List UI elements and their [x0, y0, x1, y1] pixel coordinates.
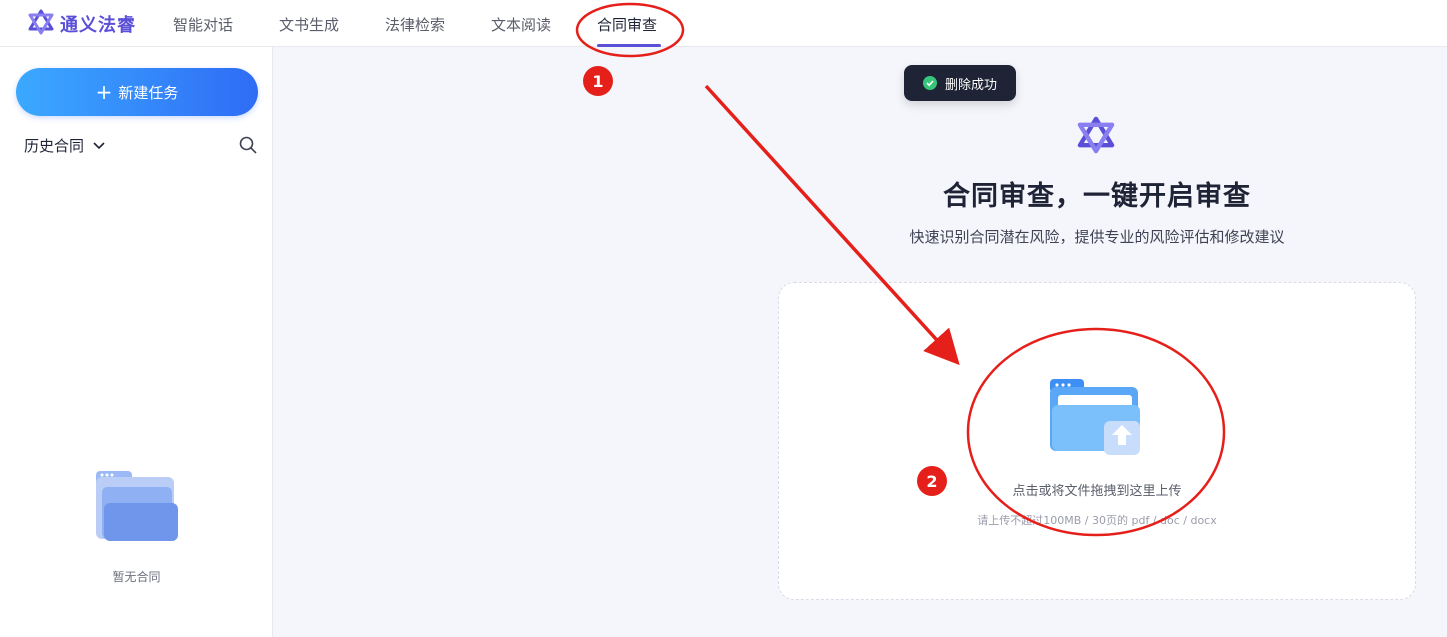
annotation-badge-1: 1: [583, 66, 613, 96]
plus-icon: +: [95, 80, 113, 104]
new-task-button[interactable]: + 新建任务: [16, 68, 258, 116]
brand-name: 通义法睿: [60, 15, 136, 36]
tab-document-generation[interactable]: 文书生成: [279, 14, 339, 35]
history-contracts-dropdown[interactable]: 历史合同: [24, 135, 106, 156]
upload-label: 点击或将文件拖拽到这里上传: [1012, 484, 1182, 499]
folder-upload-icon[interactable]: [1048, 377, 1144, 463]
tongyi-logo-icon: [1077, 116, 1115, 158]
tongyi-logo-icon: [28, 9, 54, 39]
empty-folder-icon: [92, 467, 182, 551]
brand-logo[interactable]: 通义法睿: [28, 9, 136, 39]
page-title: 合同审查，一键开启审查: [943, 181, 1251, 212]
history-contracts-label: 历史合同: [24, 137, 85, 155]
annotation-badge-2: 2: [917, 466, 947, 496]
tab-text-reading[interactable]: 文本阅读: [491, 14, 551, 35]
active-tab-indicator: [597, 44, 661, 47]
upload-hint: 请上传不超过100MB / 30页的 pdf / doc / docx: [977, 514, 1217, 527]
page-subtitle: 快速识别合同潜在风险，提供专业的风险评估和修改建议: [909, 228, 1285, 246]
toast-text: 删除成功: [944, 77, 997, 93]
chevron-down-icon: [92, 137, 106, 155]
sidebar: + 新建任务 历史合同 暂无合同: [0, 47, 273, 637]
search-icon[interactable]: [238, 135, 258, 159]
tab-contract-review[interactable]: 合同审查: [597, 14, 657, 35]
tab-legal-search[interactable]: 法律检索: [385, 14, 445, 35]
empty-contracts-text: 暂无合同: [112, 570, 161, 584]
new-task-label: 新建任务: [118, 83, 179, 102]
tab-smart-chat[interactable]: 智能对话: [173, 14, 233, 35]
top-navigation-bar: 通义法睿 智能对话 文书生成 法律检索 文本阅读 合同审查: [0, 0, 1447, 47]
check-circle-icon: [922, 76, 937, 90]
success-toast: 删除成功: [904, 65, 1016, 101]
